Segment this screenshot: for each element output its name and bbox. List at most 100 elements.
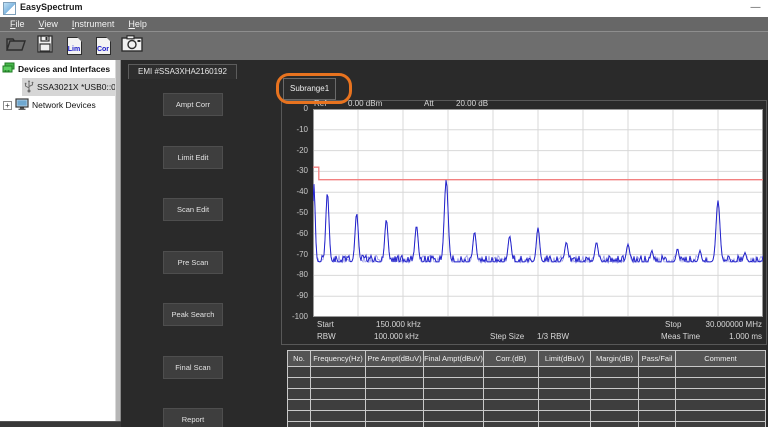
results-empty-row[interactable] [288, 389, 766, 400]
minimize-button[interactable]: — [748, 3, 763, 15]
ampt-corr-button[interactable]: Ampt Corr [163, 93, 223, 116]
col-corr[interactable]: Corr.(dB) [484, 351, 539, 367]
results-cell [676, 367, 766, 378]
tree-item-network-devices[interactable]: + Network Devices [0, 96, 115, 114]
page-fold [106, 37, 111, 42]
save-floppy-icon [36, 35, 54, 58]
results-cell [311, 400, 366, 411]
results-cell [288, 378, 311, 389]
step-size-value: 1/3 RBW [537, 332, 569, 341]
results-cell [366, 389, 424, 400]
col-pre-ampt[interactable]: Pre Ampt(dBuV) [366, 351, 424, 367]
results-cell [539, 378, 591, 389]
tree-root-devices-and-interfaces[interactable]: Devices and Interfaces [0, 60, 115, 78]
usb-icon [24, 80, 34, 95]
y-tick-label: -90 [296, 292, 308, 300]
results-empty-row[interactable] [288, 378, 766, 389]
y-tick-label: -50 [296, 209, 308, 217]
y-tick-label: 0 [304, 105, 308, 113]
results-cell [424, 422, 484, 427]
results-cell [591, 378, 639, 389]
y-tick-label: -80 [296, 271, 308, 279]
results-cell [639, 367, 676, 378]
results-cell [424, 378, 484, 389]
results-header-row: No. Frequency(Hz) Pre Ampt(dBuV) Final A… [288, 351, 766, 367]
limit-edit-file-button[interactable]: Lim [62, 34, 86, 58]
results-cell [366, 411, 424, 422]
results-cell [484, 400, 539, 411]
results-cell [484, 389, 539, 400]
tree-item-network-label: Network Devices [32, 100, 96, 110]
window-bottom-frame [0, 421, 121, 427]
results-cell [539, 389, 591, 400]
results-cell [539, 411, 591, 422]
subrange-tab[interactable]: Subrange1 [283, 78, 336, 100]
results-cell [484, 367, 539, 378]
col-no[interactable]: No. [288, 351, 311, 367]
camera-icon [121, 35, 143, 57]
results-empty-row[interactable] [288, 400, 766, 411]
correction-file-button[interactable]: Cor [91, 34, 115, 58]
results-cell [288, 367, 311, 378]
results-cell [288, 389, 311, 400]
results-cell [639, 378, 676, 389]
window-title: EasySpectrum [20, 2, 83, 12]
results-cell [366, 400, 424, 411]
pre-scan-button[interactable]: Pre Scan [163, 251, 223, 274]
rbw-value: 100.000 kHz [374, 332, 419, 341]
final-scan-button[interactable]: Final Scan [163, 356, 223, 379]
col-final-ampt[interactable]: Final Ampt(dBuV) [424, 351, 484, 367]
open-folder-icon [6, 36, 26, 57]
start-freq-label: Start [317, 320, 334, 329]
open-file-button[interactable] [4, 34, 28, 58]
results-cell [366, 422, 424, 427]
menu-bar: File View Instrument Help [0, 17, 768, 31]
results-cell [539, 422, 591, 427]
results-cell [311, 378, 366, 389]
meas-time-label: Meas Time [661, 332, 700, 341]
y-tick-label: -70 [296, 251, 308, 259]
menu-item-instrument[interactable]: Instrument [65, 17, 122, 31]
results-cell [639, 389, 676, 400]
spectrum-plot[interactable] [313, 109, 763, 317]
results-cell [288, 400, 311, 411]
save-button[interactable] [33, 34, 57, 58]
results-cell [288, 422, 311, 427]
peak-search-button[interactable]: Peak Search [163, 303, 223, 326]
results-empty-row[interactable] [288, 367, 766, 378]
y-tick-label: -100 [292, 313, 308, 321]
limit-doc-label: Lim [68, 46, 81, 53]
results-cell [676, 378, 766, 389]
report-button[interactable]: Report [163, 408, 223, 427]
results-cell [311, 422, 366, 427]
menu-item-file[interactable]: File [3, 17, 32, 31]
col-margin[interactable]: Margin(dB) [591, 351, 639, 367]
results-cell [311, 367, 366, 378]
col-limit[interactable]: Limit(dBuV) [539, 351, 591, 367]
results-cell [676, 411, 766, 422]
stop-freq-value: 30.000000 MHz [706, 320, 762, 329]
menu-item-view[interactable]: View [32, 17, 65, 31]
y-tick-label: -30 [296, 167, 308, 175]
results-cell [484, 422, 539, 427]
results-empty-row[interactable] [288, 422, 766, 427]
screenshot-button[interactable] [120, 34, 144, 58]
main-panel: EMI #SSA3XHA2160192 Ampt Corr Limit Edit… [121, 60, 768, 427]
results-cell [366, 378, 424, 389]
col-comment[interactable]: Comment [676, 351, 766, 367]
scan-edit-button[interactable]: Scan Edit [163, 198, 223, 221]
col-frequency[interactable]: Frequency(Hz) [311, 351, 366, 367]
expand-plus-icon[interactable]: + [3, 101, 12, 110]
limit-edit-button[interactable]: Limit Edit [163, 146, 223, 169]
results-empty-row[interactable] [288, 411, 766, 422]
tab-emi-session[interactable]: EMI #SSA3XHA2160192 [128, 64, 237, 79]
results-cell [539, 400, 591, 411]
devices-sidebar: Devices and Interfaces SSA3021X *USB0::0… [0, 60, 115, 421]
limit-document-icon: Lim [67, 37, 82, 55]
att-label: Att [424, 99, 434, 108]
results-cell [591, 400, 639, 411]
col-pass-fail[interactable]: Pass/Fail [639, 351, 676, 367]
menu-item-help[interactable]: Help [121, 17, 154, 31]
tree-item-ssa3021x-device[interactable]: SSA3021X *USB0::0xF4EC::0 [22, 78, 115, 96]
y-axis-tick-labels: 0-10-20-30-40-50-60-70-80-90-100 [282, 101, 310, 346]
